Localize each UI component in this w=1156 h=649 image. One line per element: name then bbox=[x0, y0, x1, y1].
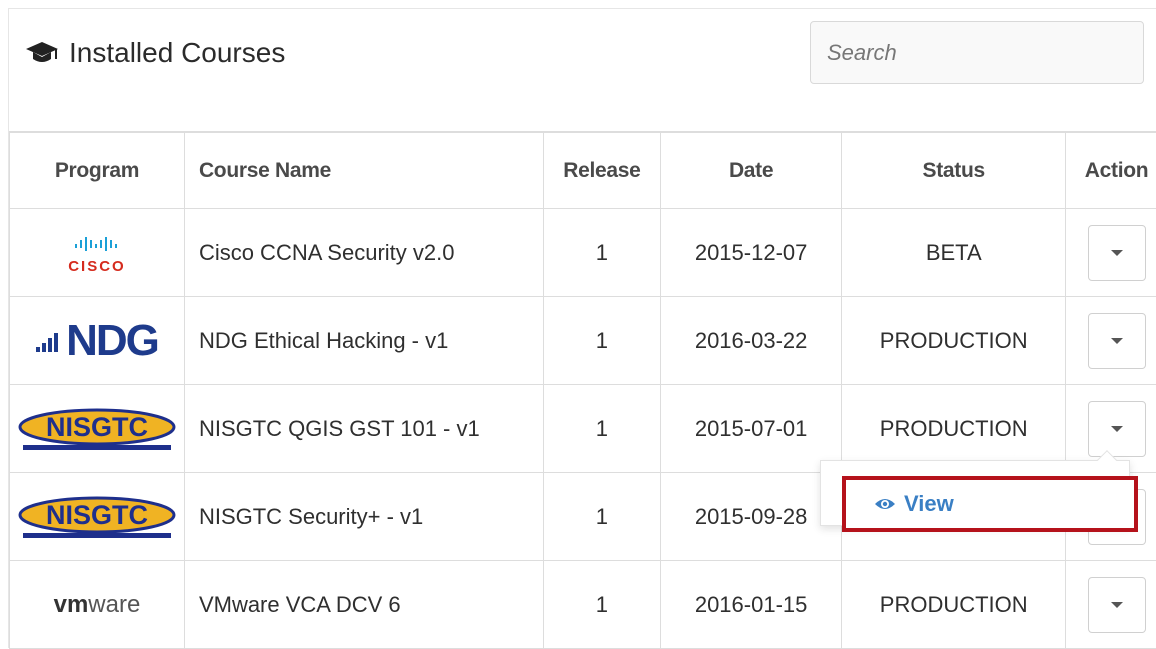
column-header-status[interactable]: Status bbox=[842, 133, 1066, 209]
action-dropdown-button[interactable] bbox=[1088, 401, 1146, 457]
program-cell: NDG bbox=[10, 297, 185, 385]
status-cell: BETA bbox=[842, 209, 1066, 297]
release-cell: 1 bbox=[544, 561, 661, 649]
table-row: NDG NDG Ethical Hacking - v1 1 2016-03-2… bbox=[10, 297, 1156, 385]
ndg-logo: NDG bbox=[10, 297, 184, 384]
course-name-cell: VMware VCA DCV 6 bbox=[184, 561, 543, 649]
vmware-logo-text: vmware bbox=[54, 593, 141, 617]
courses-panel: Installed Courses Program Course Name Re… bbox=[8, 8, 1156, 648]
date-cell: 2015-12-07 bbox=[660, 209, 842, 297]
cisco-bars-icon bbox=[75, 237, 119, 251]
table-row: vmware VMware VCA DCV 6 1 2016-01-15 PRO… bbox=[10, 561, 1156, 649]
program-cell: CISCO bbox=[10, 209, 185, 297]
vmware-logo: vmware bbox=[10, 561, 184, 648]
column-header-release[interactable]: Release bbox=[544, 133, 661, 209]
release-cell: 1 bbox=[544, 297, 661, 385]
release-cell: 1 bbox=[544, 385, 661, 473]
nisgtc-logo: NISGTC bbox=[10, 385, 184, 472]
cisco-logo: CISCO bbox=[10, 209, 184, 296]
release-cell: 1 bbox=[544, 473, 661, 561]
status-cell: PRODUCTION bbox=[842, 561, 1066, 649]
action-cell bbox=[1066, 561, 1156, 649]
action-cell bbox=[1066, 297, 1156, 385]
cisco-logo-text: CISCO bbox=[68, 259, 126, 274]
course-name-cell: Cisco CCNA Security v2.0 bbox=[184, 209, 543, 297]
nisgtc-logo: NISGTC bbox=[10, 473, 184, 560]
graduation-cap-icon bbox=[25, 40, 59, 66]
course-name-cell: NISGTC Security+ - v1 bbox=[184, 473, 543, 561]
column-header-action: Action bbox=[1066, 133, 1156, 209]
search-input[interactable] bbox=[810, 21, 1144, 84]
view-menu-item-label: View bbox=[904, 491, 954, 517]
action-cell bbox=[1066, 209, 1156, 297]
table-row: CISCO Cisco CCNA Security v2.0 1 2015-12… bbox=[10, 209, 1156, 297]
column-header-program[interactable]: Program bbox=[10, 133, 185, 209]
program-cell: NISGTC bbox=[10, 385, 185, 473]
page-title: Installed Courses bbox=[25, 37, 285, 69]
status-cell: PRODUCTION bbox=[842, 297, 1066, 385]
table-header-row: Program Course Name Release Date Status … bbox=[10, 133, 1156, 209]
column-header-course-name[interactable]: Course Name bbox=[184, 133, 543, 209]
page-title-text: Installed Courses bbox=[69, 37, 285, 69]
courses-table: Program Course Name Release Date Status … bbox=[9, 132, 1156, 649]
eye-icon bbox=[874, 497, 896, 511]
date-cell: 2016-03-22 bbox=[660, 297, 842, 385]
nisgtc-logo-text: NISGTC bbox=[46, 500, 148, 530]
caret-down-icon bbox=[1111, 602, 1123, 608]
action-dropdown-button[interactable] bbox=[1088, 225, 1146, 281]
course-name-cell: NDG Ethical Hacking - v1 bbox=[184, 297, 543, 385]
date-cell: 2016-01-15 bbox=[660, 561, 842, 649]
ndg-logo-text: NDG bbox=[66, 319, 158, 363]
program-cell: vmware bbox=[10, 561, 185, 649]
caret-down-icon bbox=[1111, 250, 1123, 256]
nisgtc-logo-text: NISGTC bbox=[46, 412, 148, 442]
caret-down-icon bbox=[1111, 338, 1123, 344]
program-cell: NISGTC bbox=[10, 473, 185, 561]
panel-header: Installed Courses bbox=[9, 9, 1156, 132]
view-menu-item[interactable]: View bbox=[842, 476, 1138, 532]
action-dropdown-button[interactable] bbox=[1088, 577, 1146, 633]
column-header-date[interactable]: Date bbox=[660, 133, 842, 209]
course-name-cell: NISGTC QGIS GST 101 - v1 bbox=[184, 385, 543, 473]
date-cell: 2015-09-28 bbox=[660, 473, 842, 561]
caret-down-icon bbox=[1111, 426, 1123, 432]
release-cell: 1 bbox=[544, 209, 661, 297]
date-cell: 2015-07-01 bbox=[660, 385, 842, 473]
ndg-bars-icon bbox=[36, 330, 66, 352]
action-dropdown-button[interactable] bbox=[1088, 313, 1146, 369]
